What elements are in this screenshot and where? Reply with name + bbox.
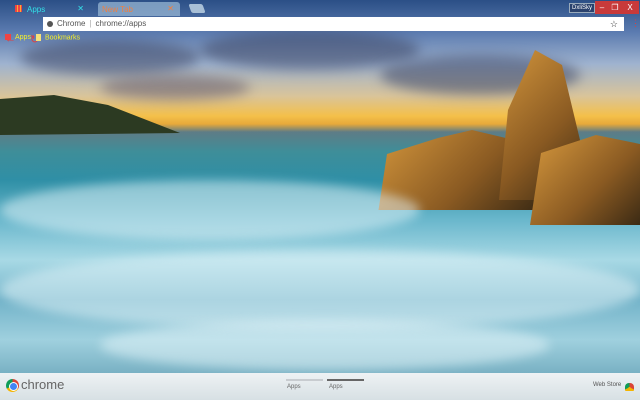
page-indicator-1[interactable]	[286, 379, 323, 381]
tab-title: New Tab	[102, 5, 133, 14]
web-store-link[interactable]: Web Store	[593, 382, 621, 388]
tab-strip: Apps ✕ New Tab ✕ DxliSky – ❐ X	[0, 0, 640, 16]
close-tab-icon[interactable]: ✕	[167, 4, 174, 13]
apps-grid-icon	[5, 34, 11, 41]
menu-dots-icon[interactable]: ⋮	[631, 18, 640, 29]
footer-bar	[0, 373, 640, 400]
tab-title: Apps	[27, 5, 46, 14]
chrome-logo-icon	[6, 379, 19, 392]
omnibox[interactable]: Chrome | chrome://apps ☆	[43, 17, 624, 31]
bookmark-star-icon[interactable]: ☆	[610, 17, 618, 31]
page-label[interactable]: Apps	[287, 384, 301, 390]
new-tab-button[interactable]	[188, 4, 206, 13]
web-store-icon[interactable]	[625, 383, 634, 391]
site-label: Chrome	[57, 19, 86, 28]
close-window-button[interactable]: X	[621, 1, 639, 14]
folder-icon	[36, 34, 41, 41]
profile-button[interactable]: DxliSky	[569, 3, 596, 13]
chrome-page-icon	[47, 21, 53, 27]
bookmark-apps[interactable]: Apps	[5, 34, 31, 41]
close-tab-icon[interactable]: ✕	[77, 4, 84, 13]
tab-new-tab[interactable]: New Tab ✕	[98, 2, 180, 16]
wallpaper-background	[0, 0, 640, 400]
page-indicator-2[interactable]	[327, 379, 364, 381]
minimize-button[interactable]: –	[595, 1, 609, 14]
url-text: chrome://apps	[95, 19, 147, 28]
page-label[interactable]: Apps	[329, 384, 343, 390]
apps-grid-icon	[15, 5, 22, 12]
tab-apps[interactable]: Apps ✕	[5, 2, 90, 16]
bookmark-bookmarks[interactable]: Bookmarks	[36, 34, 80, 41]
chrome-brand-text: chrome	[21, 377, 65, 392]
maximize-button[interactable]: ❐	[609, 1, 621, 14]
